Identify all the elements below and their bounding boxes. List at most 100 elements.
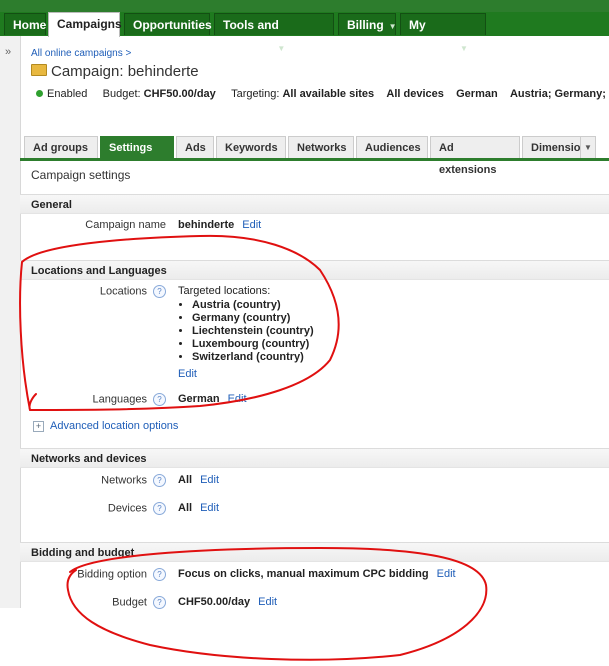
top-navigation: Home Campaigns Opportunities Tools and A… xyxy=(0,0,609,54)
content-title: Campaign settings xyxy=(31,168,131,182)
chevron-down-icon: ▼ xyxy=(277,44,286,53)
campaign-summary: Enabled Budget: CHF50.00/day Targeting: … xyxy=(36,88,609,100)
nav-tab-tools[interactable]: Tools and Analysis ▼ xyxy=(214,13,334,54)
networks-row: All Edit xyxy=(178,474,219,486)
locations-value: Targeted locations: Austria (country) Ge… xyxy=(178,285,314,380)
edit-languages-link[interactable]: Edit xyxy=(228,393,247,405)
targeting-label: Targeting: xyxy=(231,88,280,100)
advanced-location-options[interactable]: + Advanced location options xyxy=(33,420,178,432)
nav-tab-my-account[interactable]: My account ▼ xyxy=(400,13,486,54)
tab-keywords[interactable]: Keywords xyxy=(216,136,286,158)
tab-audiences[interactable]: Audiences xyxy=(356,136,428,158)
bidding-label-row: Bidding option? xyxy=(40,568,166,581)
targeting-sites[interactable]: All available sites xyxy=(282,88,374,100)
status-badge[interactable]: Enabled xyxy=(47,88,87,100)
tab-label: Settings xyxy=(109,142,153,154)
status-dot-icon xyxy=(36,90,43,97)
section-general: General xyxy=(20,194,609,214)
nav-tab-label: Campaigns xyxy=(57,17,122,31)
budget-label-row: Budget? xyxy=(40,596,166,609)
languages-row: German Edit xyxy=(178,393,247,405)
left-panel-gutter: » xyxy=(0,36,21,608)
more-tabs-dropdown[interactable]: ▼ xyxy=(580,136,596,158)
tab-label: Ad extensions xyxy=(439,142,497,176)
list-item: Germany (country) xyxy=(192,312,314,325)
locations-label-row: Locations? xyxy=(40,285,166,298)
locations-label: Locations xyxy=(99,285,147,298)
chevron-down-icon: ▼ xyxy=(460,44,468,53)
list-item: Austria (country) xyxy=(192,299,314,312)
tab-settings[interactable]: Settings xyxy=(100,136,174,158)
list-item: Liechtenstein (country) xyxy=(192,325,314,338)
budget-value: CHF50.00/day xyxy=(178,596,251,608)
folder-icon xyxy=(31,64,47,76)
breadcrumb-link[interactable]: All online campaigns > xyxy=(31,48,131,59)
campaign-name-label: Campaign name xyxy=(85,219,166,231)
advanced-location-link[interactable]: Advanced location options xyxy=(50,420,178,432)
edit-bidding-link[interactable]: Edit xyxy=(437,568,456,580)
tab-ads[interactable]: Ads xyxy=(176,136,214,158)
edit-devices-link[interactable]: Edit xyxy=(200,502,219,514)
section-networks-devices: Networks and devices xyxy=(20,448,609,468)
list-item: Switzerland (country) xyxy=(192,351,314,364)
nav-tab-label: Tools and Analysis xyxy=(223,18,279,54)
devices-label-row: Devices? xyxy=(40,502,166,515)
languages-label-row: Languages? xyxy=(40,393,166,406)
targeting-devices[interactable]: All devices xyxy=(386,88,443,100)
nav-tab-billing[interactable]: Billing ▼ xyxy=(338,13,397,35)
help-icon[interactable]: ? xyxy=(153,502,166,515)
tab-label: Keywords xyxy=(225,142,278,154)
page-title: Campaign: behinderte xyxy=(31,63,199,80)
help-icon[interactable]: ? xyxy=(153,285,166,298)
help-icon[interactable]: ? xyxy=(153,596,166,609)
nav-tab-label: Billing xyxy=(347,18,384,32)
targeting-locations[interactable]: Austria; Germany; (3 m xyxy=(510,88,609,100)
nav-tab-label: Home xyxy=(13,18,47,32)
campaign-name-value: behinderte xyxy=(178,219,235,231)
bidding-option-label: Bidding option xyxy=(77,568,147,581)
tab-ad-groups[interactable]: Ad groups xyxy=(24,136,98,158)
expand-panel-icon[interactable]: » xyxy=(5,46,11,58)
expand-plus-icon[interactable]: + xyxy=(33,420,44,432)
breadcrumb[interactable]: All online campaigns > xyxy=(31,48,131,59)
nav-tab-label: My account xyxy=(409,18,456,54)
targeting-language[interactable]: German xyxy=(456,88,498,100)
help-icon[interactable]: ? xyxy=(153,474,166,487)
budget-label: Budget: xyxy=(102,88,141,100)
help-icon[interactable]: ? xyxy=(153,568,166,581)
campaign-tabs: Ad groups Settings Ads Keywords Networks… xyxy=(20,136,609,176)
edit-networks-link[interactable]: Edit xyxy=(200,474,219,486)
nav-tab-home[interactable]: Home xyxy=(4,13,46,35)
bidding-row: Focus on clicks, manual maximum CPC bidd… xyxy=(178,568,456,580)
devices-label: Devices xyxy=(107,502,147,515)
budget-row: CHF50.00/day Edit xyxy=(178,596,277,608)
targeted-locations-label: Targeted locations: xyxy=(178,285,271,297)
nav-tab-campaigns[interactable]: Campaigns xyxy=(48,12,122,37)
edit-budget-link[interactable]: Edit xyxy=(258,596,277,608)
chevron-down-icon: ▼ xyxy=(584,143,592,152)
devices-row: All Edit xyxy=(178,502,219,514)
tab-label: Ads xyxy=(185,142,206,154)
chevron-down-icon: ▼ xyxy=(388,22,397,31)
campaign-name-row: behinderte Edit xyxy=(178,219,261,231)
title-prefix: Campaign: xyxy=(51,63,124,80)
tab-ad-extensions[interactable]: Ad extensions xyxy=(430,136,520,176)
tab-label: Audiences xyxy=(365,142,421,154)
networks-label: Networks xyxy=(101,474,147,487)
budget-value[interactable]: CHF50.00/day xyxy=(144,88,216,100)
devices-value: All xyxy=(178,502,193,514)
budget-label: Budget xyxy=(112,596,147,609)
tab-networks[interactable]: Networks xyxy=(288,136,354,158)
tab-label: Networks xyxy=(297,142,347,154)
languages-label: Languages xyxy=(92,393,147,406)
bidding-option-value: Focus on clicks, manual maximum CPC bidd… xyxy=(178,568,429,580)
section-bidding-budget: Bidding and budget xyxy=(20,542,609,562)
nav-tab-opportunities[interactable]: Opportunities xyxy=(124,13,212,35)
help-icon[interactable]: ? xyxy=(153,393,166,406)
edit-campaign-name-link[interactable]: Edit xyxy=(242,219,261,231)
nav-tab-label: Opportunities xyxy=(133,18,212,32)
tab-label: Ad groups xyxy=(33,142,88,154)
locations-list: Austria (country) Germany (country) Liec… xyxy=(178,299,314,364)
edit-locations-link[interactable]: Edit xyxy=(178,368,197,380)
list-item: Luxembourg (country) xyxy=(192,338,314,351)
